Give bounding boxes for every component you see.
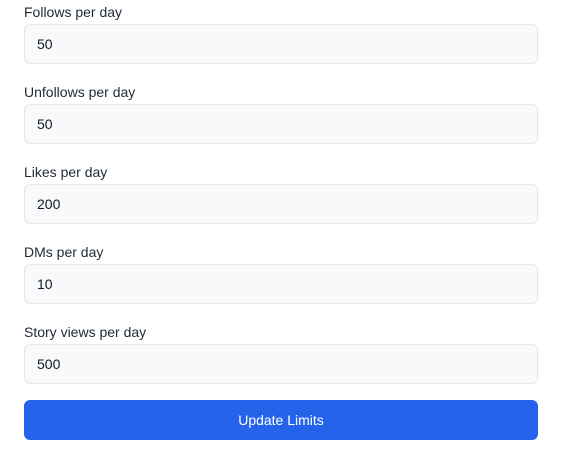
update-limits-button[interactable]: Update Limits bbox=[24, 400, 538, 440]
unfollows-per-day-field: Unfollows per day bbox=[24, 80, 538, 160]
follows-per-day-field: Follows per day bbox=[24, 0, 538, 80]
story-views-per-day-label: Story views per day bbox=[24, 324, 147, 340]
limits-form: Follows per day Unfollows per day Likes … bbox=[24, 0, 538, 440]
story-views-per-day-input[interactable] bbox=[24, 344, 538, 384]
dms-per-day-label: DMs per day bbox=[24, 244, 104, 260]
dms-per-day-field: DMs per day bbox=[24, 240, 538, 320]
story-views-per-day-field: Story views per day bbox=[24, 320, 538, 400]
dms-per-day-input[interactable] bbox=[24, 264, 538, 304]
unfollows-per-day-input[interactable] bbox=[24, 104, 538, 144]
follows-per-day-input[interactable] bbox=[24, 24, 538, 64]
likes-per-day-field: Likes per day bbox=[24, 160, 538, 240]
likes-per-day-label: Likes per day bbox=[24, 164, 108, 180]
likes-per-day-input[interactable] bbox=[24, 184, 538, 224]
follows-per-day-label: Follows per day bbox=[24, 4, 123, 20]
unfollows-per-day-label: Unfollows per day bbox=[24, 84, 136, 100]
